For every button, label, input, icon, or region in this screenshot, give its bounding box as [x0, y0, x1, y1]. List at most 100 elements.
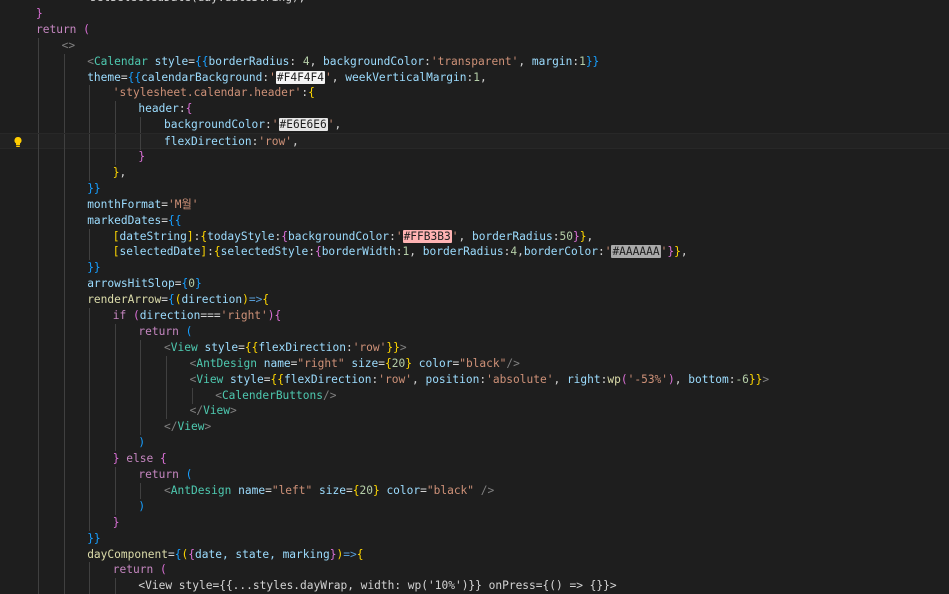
indent-guide [63, 244, 65, 261]
indent-guide [38, 339, 39, 356]
indent-guide [38, 546, 39, 563]
indent-guide [114, 435, 116, 452]
code-token: dayComponent [87, 547, 169, 561]
indent-guide [114, 482, 116, 499]
code-line[interactable]: ) [0, 435, 949, 452]
code-line[interactable]: return ( [0, 323, 949, 340]
code-token: , [480, 70, 487, 84]
code-text: } else { [113, 451, 167, 467]
code-line[interactable]: flexDirection:'row', [0, 133, 949, 151]
code-token: : [308, 245, 315, 259]
code-line[interactable]: header:{ [0, 101, 949, 118]
indent-guide [38, 371, 39, 388]
code-token: return [138, 468, 179, 481]
indent-guide [89, 451, 91, 468]
code-line[interactable]: }} [0, 260, 949, 277]
code-line[interactable]: return ( [0, 467, 949, 483]
code-token: , [309, 54, 324, 68]
code-line[interactable]: }} [0, 530, 949, 547]
code-token: > [230, 404, 237, 418]
code-line[interactable]: <AntDesign name="left" size={20} color="… [0, 482, 949, 499]
code-line[interactable]: return ( [0, 22, 949, 38]
indent-guide [38, 530, 39, 547]
code-line[interactable]: <View style={{...styles.dayWrap, width: … [0, 578, 949, 594]
code-token: position [425, 372, 480, 386]
indent-guide [38, 514, 39, 531]
code-token: 'transparent' [430, 54, 519, 68]
code-token: return [36, 22, 77, 36]
indent-guide [38, 117, 39, 134]
code-line[interactable]: backgroundColor:'#E6E6E6', [0, 117, 949, 134]
code-text: </View> [164, 419, 211, 435]
code-line[interactable]: </View> [0, 419, 949, 436]
code-line[interactable]: markedDates={{ [0, 212, 949, 229]
code-token: markedDates [87, 213, 162, 227]
indent-guide [38, 85, 39, 102]
code-token: ) [138, 499, 146, 513]
code-line[interactable]: <AntDesign name="right" size={20} color=… [0, 355, 949, 372]
code-text: }, [113, 165, 127, 181]
code-line[interactable]: renderArrow={(direction)=>{ [0, 292, 949, 309]
code-line[interactable]: <Calendar style={{borderRadius: 4, backg… [0, 53, 949, 70]
code-token: , [334, 118, 342, 132]
code-line[interactable]: <> [0, 37, 949, 54]
color-swatch: #AAAAAA [611, 245, 661, 259]
code-line[interactable]: arrowsHitSlop={0} [0, 276, 949, 293]
code-token: {{ [127, 70, 142, 84]
code-line[interactable]: <View style={{flexDirection:'row'}}> [0, 339, 949, 356]
code-token: <> [61, 38, 76, 52]
indent-guide [89, 244, 91, 261]
code-line[interactable]: </View> [0, 403, 949, 420]
code-line[interactable]: } [0, 514, 949, 531]
indent-guide [89, 164, 91, 181]
code-token: : [395, 245, 403, 259]
code-token: 'stylesheet.calendar.header' [112, 86, 302, 100]
indent-guide [63, 467, 65, 483]
code-token: arrowsHitSlop [87, 277, 175, 291]
code-token: ' [269, 70, 276, 84]
indent-guide [89, 467, 91, 483]
code-token: ' [325, 70, 332, 84]
lightbulb-icon[interactable] [12, 136, 24, 148]
code-line[interactable]: <CalenderButtons/> [0, 387, 949, 404]
code-token: { [262, 293, 270, 307]
indent-guide [38, 467, 39, 483]
code-line[interactable]: } else { [0, 451, 949, 468]
indent-guide [140, 419, 142, 436]
code-text: markedDates={{ [87, 213, 181, 229]
code-token: if [112, 309, 127, 322]
code-token: < [215, 388, 222, 402]
code-token: style [204, 340, 239, 354]
code-token: ( [185, 324, 193, 338]
code-line[interactable]: } [0, 6, 949, 22]
code-line[interactable]: }, [0, 164, 949, 181]
code-line[interactable]: monthFormat='M월' [0, 196, 949, 213]
code-text: <View style={{flexDirection:'row', posit… [190, 372, 770, 388]
indent-guide [63, 69, 65, 86]
code-text: <Calendar style={{borderRadius: 4, backg… [87, 54, 599, 70]
code-line[interactable]: if (direction==='right'){ [0, 308, 949, 324]
code-line[interactable]: [dateString]:{todayStyle:{backgroundColo… [0, 228, 949, 245]
indent-guide [114, 355, 116, 372]
code-token: } [674, 245, 681, 259]
code-line[interactable]: dayComponent={({date, state, marking})=>… [0, 546, 949, 563]
code-line[interactable]: [selectedDate]:{selectedStyle:{borderWid… [0, 244, 949, 261]
code-editor[interactable]: setSelectedDate(day.dateString);} return … [0, 0, 949, 594]
code-text: return ( [113, 562, 167, 578]
code-line[interactable]: theme={{calendarBackground:'#F4F4F4', we… [0, 69, 949, 86]
indent-guide [89, 117, 91, 134]
code-token: , [409, 245, 423, 259]
code-line[interactable]: }} [0, 180, 949, 197]
code-text: }} [87, 531, 100, 547]
code-line[interactable]: <View style={{flexDirection:'row', posit… [0, 371, 949, 388]
code-line[interactable]: return ( [0, 562, 949, 579]
code-line[interactable]: 'stylesheet.calendar.header':{ [0, 85, 949, 102]
code-token: = [168, 547, 175, 561]
code-token: < [164, 483, 171, 497]
code-token: {{ [168, 213, 182, 227]
code-token: : [597, 245, 605, 259]
code-line[interactable]: } [0, 149, 949, 165]
code-line[interactable]: ) [0, 498, 949, 515]
